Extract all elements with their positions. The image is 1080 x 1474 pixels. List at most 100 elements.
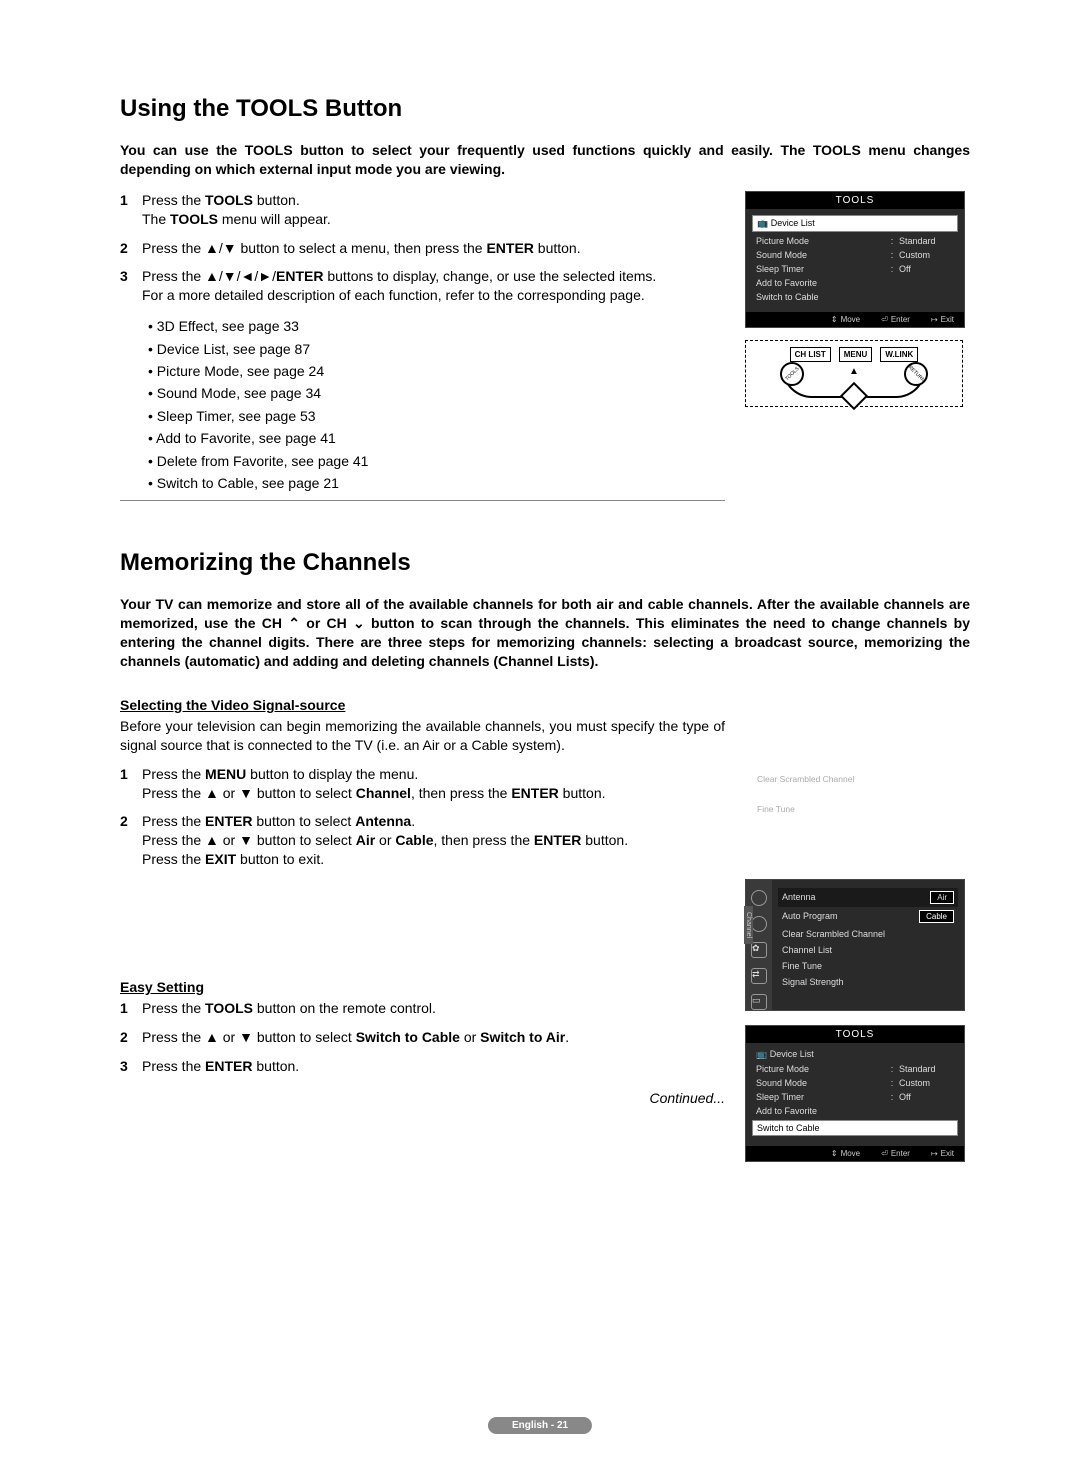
channel-row[interactable]: Antenna Air <box>778 888 958 907</box>
section1-intro: You can use the TOOLS button to select y… <box>120 141 970 179</box>
channel-label: Fine Tune <box>782 961 822 971</box>
tools-footer: ⇕ Move ⏎ Enter ↦ Exit <box>746 1146 964 1161</box>
step: 2Press the ▲/▼ button to select a menu, … <box>120 239 725 258</box>
bullet: Add to Favorite, see page 41 <box>148 427 725 449</box>
remote-btn-chlist: CH LIST <box>790 347 831 362</box>
tools-title: TOOLS <box>746 1026 964 1043</box>
tab-icon <box>751 890 767 906</box>
bullet: Picture Mode, see page 24 <box>148 360 725 382</box>
step: 3Press the ▲/▼/◄/►/ENTER buttons to disp… <box>120 267 725 305</box>
channel-row[interactable]: Channel List <box>778 942 958 958</box>
step-body: Press the ▲/▼ button to select a menu, t… <box>142 239 725 258</box>
step-body: Press the ▲/▼/◄/►/ENTER buttons to displ… <box>142 267 725 305</box>
tools-row: Add to Favorite <box>752 276 958 290</box>
mini-menu-item: Clear Scrambled Channel <box>755 771 960 787</box>
sub2-head: Easy Setting <box>120 979 725 995</box>
channel-tabs: Channel ✿ ⇄ ▭ <box>746 880 772 1010</box>
up-arrow-icon: ▲ <box>849 366 859 377</box>
step-num: 2 <box>120 1028 142 1047</box>
step-num: 2 <box>120 239 142 258</box>
tools-row: Add to Favorite <box>752 1104 958 1118</box>
channel-value: Cable <box>919 910 954 923</box>
channel-label: Antenna <box>782 892 816 902</box>
tools-row: Sleep Timer:Off <box>752 1090 958 1104</box>
step-num: 3 <box>120 267 142 305</box>
section2-heading: Memorizing the Channels <box>120 549 970 577</box>
channel-label: Clear Scrambled Channel <box>782 929 885 939</box>
tools-row: Picture Mode:Standard <box>752 1062 958 1076</box>
channel-label: Channel List <box>782 945 832 955</box>
nav-square-icon <box>840 382 868 410</box>
device-list-label: Device List <box>770 1049 814 1059</box>
bullet: Sleep Timer, see page 53 <box>148 405 725 427</box>
step: 1Press the TOOLS button on the remote co… <box>120 999 725 1018</box>
tools-title: TOOLS <box>746 192 964 209</box>
move-hint: ⇕ Move <box>828 315 860 324</box>
channel-panel: Channel ✿ ⇄ ▭ Antenna Air Auto Program Cabl… <box>745 879 965 1011</box>
tools-footer: ⇕ Move ⏎ Enter ↦ Exit <box>746 312 964 327</box>
tools-row: Sleep Timer:Off <box>752 262 958 276</box>
channel-side-label: Channel <box>744 906 753 944</box>
section1-heading: Using the TOOLS Button <box>120 95 970 123</box>
bullet: Sound Mode, see page 34 <box>148 382 725 404</box>
page-badge: English - 21 <box>488 1417 592 1434</box>
tools-row: Sound Mode:Custom <box>752 1076 958 1090</box>
enter-hint: ⏎ Enter <box>878 1149 910 1158</box>
return-icon: RETURN <box>907 364 926 383</box>
step: 2Press the ▲ or ▼ button to select Switc… <box>120 1028 725 1047</box>
tools-row-device-list[interactable]: 📺 Device List <box>752 215 958 232</box>
step-num: 1 <box>120 765 142 803</box>
channel-label: Auto Program <box>782 911 838 921</box>
channel-label: Signal Strength <box>782 977 844 987</box>
step-body: Press the ▲ or ▼ button to select Switch… <box>142 1028 725 1047</box>
step: 1Press the TOOLS button.The TOOLS menu w… <box>120 191 725 229</box>
step-num: 1 <box>120 191 142 229</box>
exit-hint: ↦ Exit <box>928 1149 954 1158</box>
step: 2Press the ENTER button to select Antenn… <box>120 812 725 869</box>
step-body: Press the TOOLS button on the remote con… <box>142 999 725 1018</box>
section1-bullets: 3D Effect, see page 33Device List, see p… <box>148 315 725 494</box>
switch-label: Switch to Cable <box>757 1123 953 1133</box>
sub1-head: Selecting the Video Signal-source <box>120 697 725 713</box>
channel-row[interactable]: Auto Program Cable <box>778 907 958 926</box>
bullet: Delete from Favorite, see page 41 <box>148 450 725 472</box>
step-num: 2 <box>120 812 142 869</box>
move-hint: ⇕ Move <box>828 1149 860 1158</box>
step-body: Press the TOOLS button.The TOOLS menu wi… <box>142 191 725 229</box>
tab-icon <box>751 916 767 932</box>
channel-row[interactable]: Signal Strength <box>778 974 958 990</box>
channel-row[interactable]: Fine Tune <box>778 958 958 974</box>
tools-panel-1: TOOLS 📺 Device List Picture Mode:Standar… <box>745 191 965 328</box>
step-body: Press the ENTER button to select Antenna… <box>142 812 725 869</box>
step-num: 1 <box>120 999 142 1018</box>
tab-icon: ▭ <box>751 994 767 1010</box>
bullet: Device List, see page 87 <box>148 338 725 360</box>
exit-hint: ↦ Exit <box>928 315 954 324</box>
mini-menu: Clear Scrambled Channel Fine Tune <box>745 767 970 821</box>
section2-intro: Your TV can memorize and store all of th… <box>120 595 970 671</box>
manual-page: Using the TOOLS Button You can use the T… <box>0 0 1080 1474</box>
step-body: Press the ENTER button. <box>142 1057 725 1076</box>
sub1-intro: Before your television can begin memoriz… <box>120 717 725 755</box>
tools-icon: TOOLS <box>784 366 800 382</box>
step-body: Press the MENU button to display the men… <box>142 765 725 803</box>
divider <box>120 500 725 501</box>
tab-icon: ⇄ <box>751 968 767 984</box>
step-num: 3 <box>120 1057 142 1076</box>
channel-value: Air <box>930 891 954 904</box>
bullet: 3D Effect, see page 33 <box>148 315 725 337</box>
gear-icon: ✿ <box>751 942 767 958</box>
tools-row: Sound Mode:Custom <box>752 248 958 262</box>
continued: Continued... <box>120 1090 725 1106</box>
tools-row: 📺 Device List <box>752 1047 958 1062</box>
mini-menu-item: Fine Tune <box>755 801 960 817</box>
remote-illustration: CH LIST MENU W.LINK TOOLS RETURN ▲ <box>745 340 963 407</box>
tools-row: Picture Mode:Standard <box>752 234 958 248</box>
tools-row: Switch to Cable <box>752 290 958 304</box>
remote-btn-menu: MENU <box>839 347 873 362</box>
step: 3Press the ENTER button. <box>120 1057 725 1076</box>
tools-panel-2: TOOLS 📺 Device List Picture Mode:Standar… <box>745 1025 965 1162</box>
tools-row-switch[interactable]: Switch to Cable <box>752 1120 958 1136</box>
enter-hint: ⏎ Enter <box>878 315 910 324</box>
channel-row[interactable]: Clear Scrambled Channel <box>778 926 958 942</box>
